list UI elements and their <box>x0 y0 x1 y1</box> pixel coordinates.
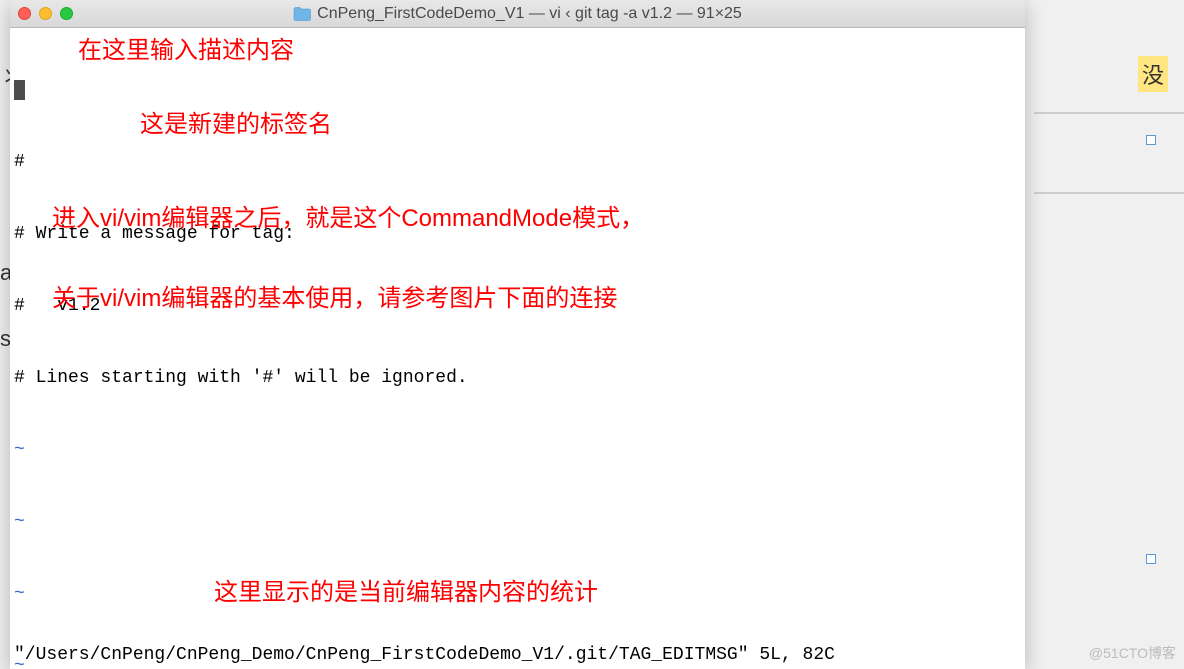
bg-line <box>1034 192 1184 194</box>
selection-handle <box>1146 135 1156 145</box>
selection-handle <box>1146 554 1156 564</box>
window-title-text: CnPeng_FirstCodeDemo_V1 — vi ‹ git tag -… <box>317 5 742 23</box>
vi-tilde: ~ <box>14 512 25 532</box>
annotation-vim-reference: 关于vi/vim编辑器的基本使用，请参考图片下面的连接 <box>52 278 617 313</box>
folder-icon <box>293 7 311 21</box>
vi-status-line: "/Users/CnPeng/CnPeng_Demo/CnPeng_FirstC… <box>14 643 835 667</box>
text-cursor <box>14 80 25 100</box>
vi-tilde: ~ <box>14 584 25 604</box>
annotation-command-mode: 进入vi/vim编辑器之后，就是这个CommandMode模式， <box>52 198 644 233</box>
editor-line: # <box>14 150 1021 174</box>
close-button[interactable] <box>18 7 31 20</box>
annotation-tag-name: 这是新建的标签名 <box>140 104 332 139</box>
annotation-input-hint: 在这里输入描述内容 <box>78 30 294 65</box>
minimize-button[interactable] <box>39 7 52 20</box>
editor-line: # Lines starting with '#' will be ignore… <box>14 366 1021 390</box>
maximize-button[interactable] <box>60 7 73 20</box>
annotation-stats: 这里显示的是当前编辑器内容的统计 <box>214 572 598 607</box>
vi-tilde: ~ <box>14 440 25 460</box>
window-title-container: CnPeng_FirstCodeDemo_V1 — vi ‹ git tag -… <box>10 5 1025 23</box>
watermark: @51CTO博客 <box>1089 643 1176 663</box>
traffic-lights <box>18 7 73 20</box>
terminal-window: CnPeng_FirstCodeDemo_V1 — vi ‹ git tag -… <box>10 0 1025 669</box>
window-titlebar[interactable]: CnPeng_FirstCodeDemo_V1 — vi ‹ git tag -… <box>10 0 1025 28</box>
bg-line <box>1034 112 1184 114</box>
bg-text-fragment: 没 <box>1138 56 1168 92</box>
